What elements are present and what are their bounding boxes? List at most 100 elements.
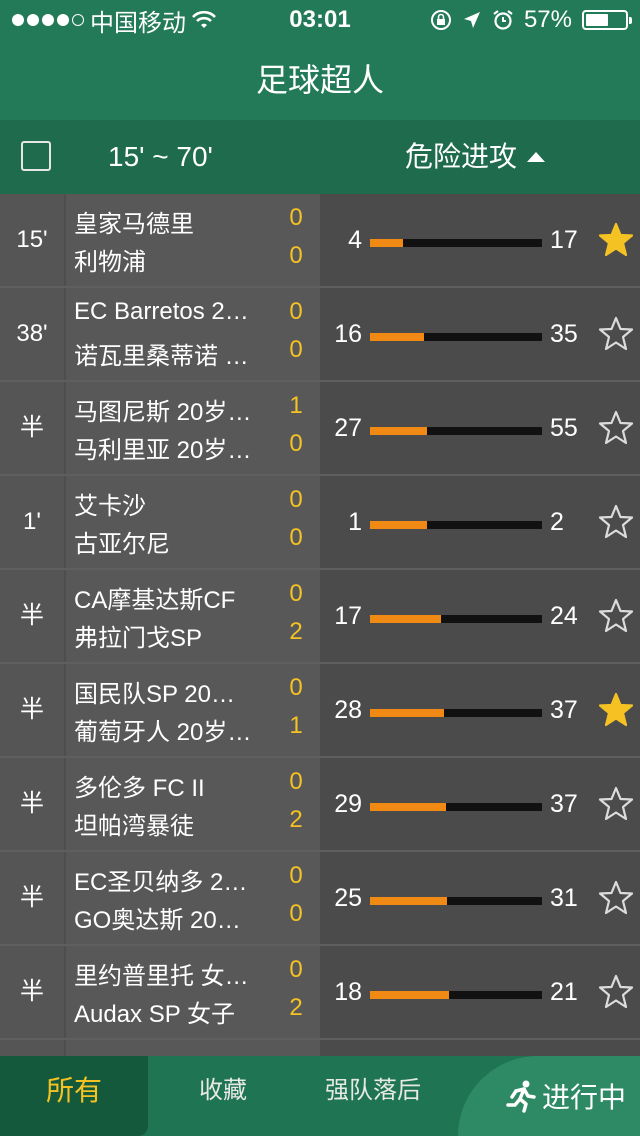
home-attack-count: 27 [334,414,362,442]
away-team-name: 坦帕湾暴徒 [74,813,194,840]
home-team-name: 皇家马德里 [74,211,194,238]
rotation-lock-icon [430,10,451,30]
attack-ratio-bar [370,991,542,999]
dangerous-attack-stat: 29 37 [320,758,640,850]
match-teams: 国民队SP 20… 0 葡萄牙人 20岁… 1 [66,664,320,756]
match-row-partial[interactable] [0,1040,640,1056]
home-team-name: EC Barretos 2… [74,298,249,325]
select-all-checkbox[interactable] [21,141,51,171]
star-outline-icon[interactable] [598,880,634,916]
match-list[interactable]: 15' 皇家马德里 0 利物浦 0 4 17 38' EC Barretos 2… 0 诺瓦里桑蒂诺… [0,194,640,1056]
sort-column-button[interactable]: 危险进攻 [405,120,546,194]
home-team-name: 国民队SP 20… [74,681,235,708]
match-teams: EC Barretos 2… 0 诺瓦里桑蒂诺 … 0 [66,288,320,380]
home-attack-count: 4 [348,226,362,254]
away-attack-count: 2 [550,508,564,536]
star-outline-icon[interactable] [598,974,634,1010]
star-outline-icon[interactable] [598,410,634,446]
away-team-score: 0 [289,336,303,363]
away-team-score: 1 [289,712,303,739]
away-attack-count: 37 [550,696,578,724]
live-label: 进行中 [541,1082,626,1113]
location-icon [463,12,480,28]
away-team-score: 0 [289,524,303,551]
away-team-score: 2 [289,618,303,645]
match-row[interactable]: 1' 艾卡沙 0 古亚尔尼 0 1 2 [0,476,640,570]
home-team-score: 0 [289,580,303,607]
home-team-name: 马图尼斯 20岁… [74,399,252,426]
dangerous-attack-stat: 17 24 [320,570,640,662]
match-minute: 15' [0,194,64,286]
tab-strong-behind[interactable]: 强队落后 [298,1056,448,1136]
match-row[interactable]: 半里约普里托 女… 0 Audax SP 女子 2 18 21 [0,946,640,1040]
away-team-name: 马利里亚 20岁… [74,437,252,464]
running-icon [506,1080,536,1113]
bottom-tab-bar: 所有 收藏 强队落后 进行中 [0,1056,640,1136]
match-row[interactable]: 半马图尼斯 20岁… 1 马利里亚 20岁… 0 27 55 [0,382,640,476]
home-team-score: 0 [289,204,303,231]
dangerous-attack-stat: 16 35 [320,288,640,380]
tab-favorites[interactable]: 收藏 [148,1056,298,1136]
star-outline-icon[interactable] [598,316,634,352]
home-attack-count: 25 [334,884,362,912]
away-attack-count: 35 [550,320,578,348]
sort-ascending-icon [527,152,546,162]
home-team-name: 多伦多 FC II [74,775,205,802]
match-teams: 马图尼斯 20岁… 1 马利里亚 20岁… 0 [66,382,320,474]
home-attack-count: 16 [334,320,362,348]
away-team-name: Audax SP 女子 [74,1001,235,1028]
match-row[interactable]: 15' 皇家马德里 0 利物浦 0 4 17 [0,194,640,288]
match-row[interactable]: 半 CA摩基达斯CF 0 弗拉门戈SP 2 17 24 [0,570,640,664]
match-teams: 皇家马德里 0 利物浦 0 [66,194,320,286]
time-range-filter[interactable]: 15' ~ 70' [108,120,213,194]
home-team-score: 0 [289,486,303,513]
sort-column-label: 危险进攻 [405,141,518,172]
dangerous-attack-stat: 25 31 [320,852,640,944]
away-team-score: 0 [289,900,303,927]
match-teams: 多伦多 FC II 0 坦帕湾暴徒 2 [66,758,320,850]
away-team-name: 弗拉门戈SP [74,625,203,652]
home-attack-count: 28 [334,696,362,724]
live-button[interactable]: 进行中 [458,1056,640,1136]
away-team-name: 诺瓦里桑蒂诺 … [74,343,249,370]
attack-ratio-bar [370,803,542,811]
home-attack-count: 17 [334,602,362,630]
list-header: 15' ~ 70' 危险进攻 [0,120,640,194]
attack-ratio-bar [370,239,542,247]
away-attack-count: 31 [550,884,578,912]
match-teams: 里约普里托 女… 0 Audax SP 女子 2 [66,946,320,1038]
dangerous-attack-stat: 4 17 [320,194,640,286]
match-row[interactable]: 半 EC圣贝纳多 2… 0 GO奥达斯 20… 0 25 31 [0,852,640,946]
away-attack-count: 55 [550,414,578,442]
home-attack-count: 1 [348,508,362,536]
match-minute: 半 [0,664,64,756]
match-row[interactable]: 半国民队SP 20… 0 葡萄牙人 20岁… 1 28 37 [0,664,640,758]
attack-ratio-bar [370,333,542,341]
home-team-name: EC圣贝纳多 2… [74,869,248,896]
match-minute: 半 [0,852,64,944]
match-row[interactable]: 半多伦多 FC II 0 坦帕湾暴徒 2 29 37 [0,758,640,852]
star-filled-icon[interactable] [598,692,634,728]
away-team-score: 0 [289,430,303,457]
match-row[interactable]: 38' EC Barretos 2… 0 诺瓦里桑蒂诺 … 0 16 35 [0,288,640,382]
away-attack-count: 24 [550,602,578,630]
attack-ratio-bar [370,709,542,717]
page-title: 足球超人 [0,40,640,120]
star-outline-icon[interactable] [598,504,634,540]
home-team-name: CA摩基达斯CF [74,587,236,614]
tab-all[interactable]: 所有 [0,1056,148,1136]
away-attack-count: 17 [550,226,578,254]
match-teams: 艾卡沙 0 古亚尔尼 0 [66,476,320,568]
star-outline-icon[interactable] [598,786,634,822]
match-minute: 半 [0,758,64,850]
status-right: 57% [430,0,632,40]
dangerous-attack-stat [320,1040,640,1056]
star-filled-icon[interactable] [598,222,634,258]
status-bar: 中国移动 03:01 57% [0,0,640,40]
match-minute: 半 [0,570,64,662]
away-team-score: 0 [289,242,303,269]
away-team-score: 2 [289,806,303,833]
star-outline-icon[interactable] [598,598,634,634]
match-teams: EC圣贝纳多 2… 0 GO奥达斯 20… 0 [66,852,320,944]
home-attack-count: 18 [334,978,362,1006]
